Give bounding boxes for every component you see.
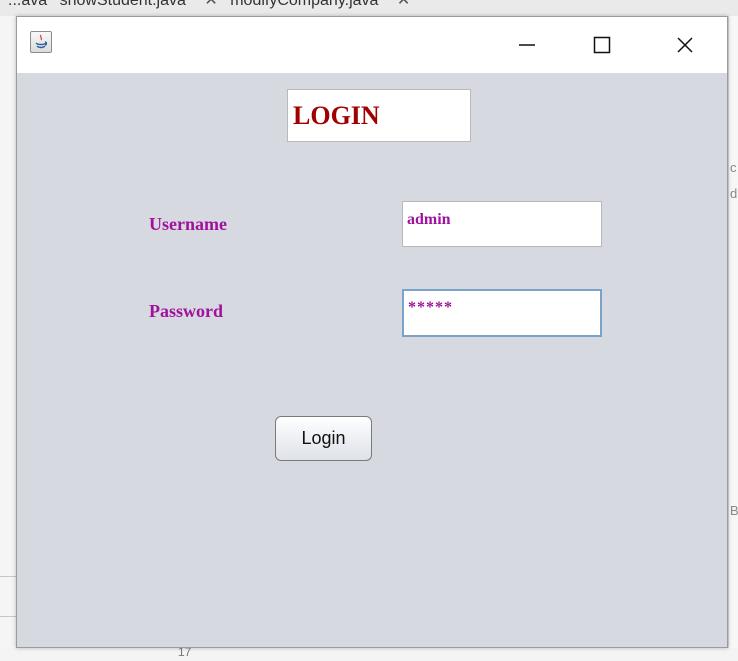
ide-bottom-strip: 17: [0, 648, 738, 661]
login-heading: LOGIN: [287, 89, 471, 142]
minimize-icon: [519, 44, 535, 46]
code-fragment: d: [730, 186, 738, 201]
line-number: 17: [178, 648, 192, 659]
ide-tab[interactable]: showStudent.java ✕: [60, 0, 218, 9]
minimize-button[interactable]: [497, 17, 557, 73]
ide-tab-label: showStudent.java: [59, 0, 186, 9]
username-label: Username: [149, 214, 227, 234]
username-field[interactable]: admin: [402, 201, 602, 247]
ide-tab-strip: ...ava showStudent.java ✕ modifyCompany.…: [0, 0, 738, 17]
maximize-icon: [593, 36, 611, 54]
close-icon[interactable]: ✕: [204, 0, 217, 9]
gutter-line: [0, 576, 16, 577]
maximize-button[interactable]: [572, 17, 632, 73]
password-label: Password: [149, 301, 224, 321]
window-titlebar[interactable]: [17, 17, 727, 73]
ide-tab-label: modifyCompany.java: [230, 0, 379, 9]
ide-tab[interactable]: modifyCompany.java ✕: [230, 0, 410, 9]
ide-left-gutter: [0, 16, 17, 648]
login-window: LOGIN Username admin Password ***** Logi…: [16, 16, 728, 648]
password-field[interactable]: *****: [402, 289, 602, 337]
ide-right-gutter: c d B: [728, 16, 738, 661]
close-icon[interactable]: ✕: [397, 0, 410, 9]
login-button[interactable]: Login: [275, 416, 372, 461]
close-button[interactable]: [655, 17, 715, 73]
ide-tab-label: ...ava: [8, 0, 48, 9]
code-fragment: B: [730, 503, 738, 518]
gutter-line: [0, 616, 16, 617]
ide-tab[interactable]: ...ava: [8, 0, 47, 9]
code-fragment: c: [730, 160, 737, 175]
java-app-icon[interactable]: [30, 31, 52, 53]
close-icon: [677, 37, 693, 53]
